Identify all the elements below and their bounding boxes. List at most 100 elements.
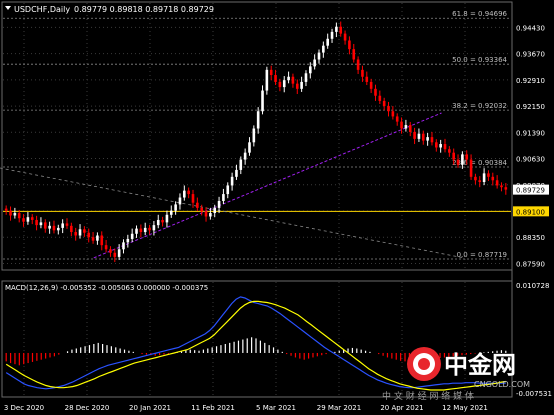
symbol-timeframe: USDCHF,Daily <box>14 5 70 14</box>
candle-body <box>487 173 490 177</box>
candle-body <box>235 169 238 177</box>
candle-body <box>265 69 269 91</box>
candle-body <box>274 75 277 82</box>
logo-text: 中金网 <box>444 351 516 379</box>
candle-body <box>413 131 416 139</box>
candle-body <box>243 152 247 160</box>
candle-body <box>113 252 117 257</box>
candle-body <box>256 111 260 129</box>
candle-body <box>448 149 451 153</box>
candle-body <box>78 229 82 236</box>
candle-body <box>165 214 169 223</box>
logo-url: CNGOLD.COM <box>474 380 530 389</box>
uptrend-line[interactable] <box>93 112 442 259</box>
candle-body <box>139 228 143 233</box>
macd-axis-top: 0.010728 <box>516 282 549 290</box>
candle-body <box>491 176 495 181</box>
candle-body <box>48 225 51 229</box>
candle-body <box>426 137 429 141</box>
candle-body <box>326 38 329 46</box>
time-axis-label: 12 May 2021 <box>442 404 488 412</box>
fib-level-label: 23.6 = 0.90384 <box>452 159 507 167</box>
candle-body <box>126 238 130 243</box>
candle-body <box>217 200 221 208</box>
price-axis-label: 0.90630 <box>516 156 545 164</box>
candle-body <box>269 69 273 76</box>
candle-body <box>35 219 38 226</box>
candle-body <box>287 76 290 81</box>
candle-body <box>404 125 408 129</box>
candle-body <box>143 227 147 233</box>
candle-body <box>57 227 60 231</box>
candle-body <box>239 159 243 170</box>
candle-body <box>135 228 138 234</box>
candle-body <box>352 49 356 60</box>
candle-body <box>291 76 295 84</box>
cngold-logo: 中金网 CNGOLD.COM 中 文 财 经 网 络 媒 体 <box>382 347 530 402</box>
candle-body <box>421 133 425 141</box>
candle-body <box>378 95 382 101</box>
candle-body <box>469 159 473 177</box>
candle-body <box>204 211 208 217</box>
candle-body <box>230 176 234 186</box>
candle-body <box>313 59 316 67</box>
time-axis-label: 11 Feb 2021 <box>191 404 235 412</box>
candle-body <box>474 176 477 181</box>
candle-body <box>395 116 399 122</box>
candle-body <box>261 90 264 112</box>
candlesticks <box>4 21 508 263</box>
fib-level-label: 0.0 = 0.87719 <box>457 251 507 259</box>
candle-body <box>52 225 56 231</box>
macd-label: MACD(12,26,9) -0.005352 -0.005063 0.0000… <box>5 284 208 292</box>
support-price-label: 0.89100 <box>516 208 545 216</box>
candle-body <box>109 249 112 253</box>
candle-body <box>278 81 282 88</box>
candle-body <box>161 219 164 223</box>
candle-body <box>4 208 8 211</box>
candle-body <box>417 133 421 139</box>
candle-body <box>295 83 299 89</box>
price-axis-label: 0.88350 <box>516 234 545 242</box>
candle-body <box>61 223 64 228</box>
candle-body <box>104 245 108 250</box>
candle-body <box>174 204 177 211</box>
logo-tagline: 中 文 财 经 网 络 媒 体 <box>382 390 474 402</box>
price-axis-label: 0.94430 <box>516 24 545 32</box>
price-axis-label: 0.92910 <box>516 77 545 85</box>
candle-body <box>478 180 482 182</box>
candle-body <box>365 76 369 82</box>
price-panel-frame <box>1 1 513 271</box>
candle-body <box>443 144 447 150</box>
dropdown-triangle-icon[interactable] <box>5 6 11 10</box>
candle-body <box>400 121 403 129</box>
candle-body <box>148 227 151 231</box>
time-axis-label: 28 Dec 2020 <box>65 404 110 412</box>
candle-body <box>39 222 43 226</box>
candle-body <box>9 210 12 216</box>
candle-body <box>213 207 217 214</box>
ohlc-values: 0.89779 0.89818 0.89718 0.89729 <box>74 5 214 14</box>
fib-level-label: 50.0 = 0.93364 <box>452 56 507 64</box>
time-axis-label: 20 Apr 2021 <box>380 404 423 412</box>
candle-body <box>178 197 182 205</box>
candle-body <box>117 249 121 257</box>
candle-body <box>130 233 134 239</box>
candle-body <box>183 190 186 198</box>
candle-body <box>504 187 508 190</box>
candle-body <box>74 232 77 236</box>
candle-body <box>70 225 73 233</box>
candle-body <box>96 235 99 241</box>
candle-body <box>122 242 125 250</box>
candle-body <box>374 88 377 96</box>
time-axis-label: 3 Dec 2020 <box>4 404 44 412</box>
candle-body <box>500 185 503 188</box>
candle-body <box>482 173 486 182</box>
candle-body <box>91 237 95 241</box>
candle-body <box>200 207 203 212</box>
candle-body <box>343 33 347 41</box>
candle-body <box>330 31 334 39</box>
descending-trend-line[interactable] <box>0 149 465 259</box>
candle-body <box>495 180 499 186</box>
price-axis-label: 0.93670 <box>516 51 545 59</box>
time-axis-label: 20 Jan 2021 <box>129 404 171 412</box>
